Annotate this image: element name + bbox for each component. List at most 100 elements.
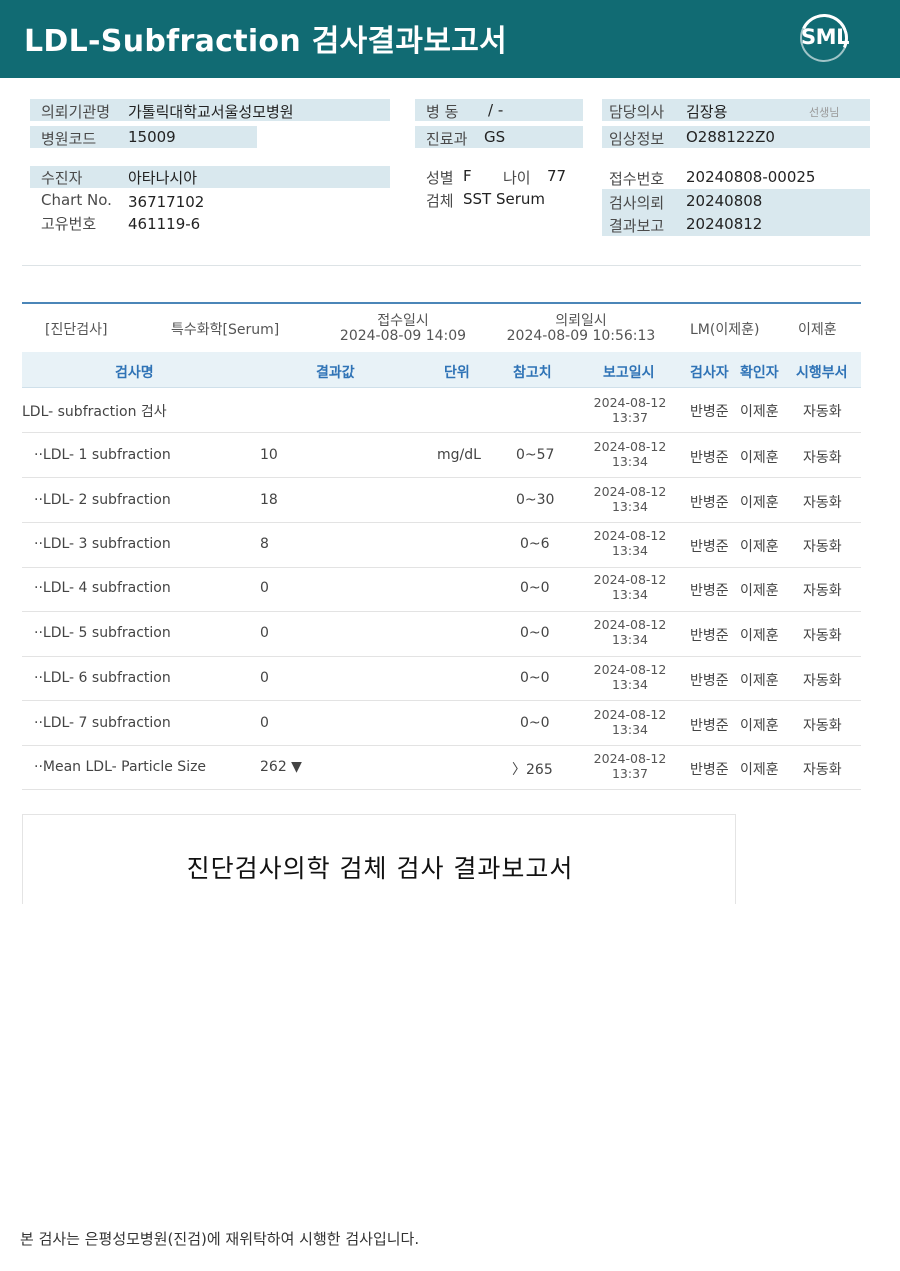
tester: 반병준 xyxy=(690,404,729,420)
confirmer: 이제훈 xyxy=(740,404,779,420)
department: 자동화 xyxy=(803,583,842,599)
receipt-no-value: 20240808-00025 xyxy=(686,168,816,186)
department: 자동화 xyxy=(803,718,842,734)
request-date-value: 20240808 xyxy=(686,192,763,210)
report-date-label: 결과보고 xyxy=(609,217,665,235)
test-name: ··Mean LDL- Particle Size xyxy=(34,759,207,775)
report-date: 2024-08-12 13:34 xyxy=(593,439,667,469)
tester: 반병준 xyxy=(690,450,729,466)
department: 자동화 xyxy=(803,404,842,420)
table-row: ··LDL- 1 subfraction 10 mg/dL 0~57 2024-… xyxy=(22,433,861,478)
report-header: LDL-Subfraction 검사결과보고서 SML xyxy=(0,0,900,78)
col-confirmer: 확인자 xyxy=(740,365,779,381)
requested-datetime-value: 2024-08-09 10:56:13 xyxy=(506,328,656,344)
reference-range: 〉265 xyxy=(512,762,553,778)
clinical-value: O288122Z0 xyxy=(686,128,775,146)
col-unit: 단위 xyxy=(444,365,470,381)
reference-range: 0~57 xyxy=(516,447,555,463)
ward-value: / - xyxy=(488,101,504,119)
table-row: ··Mean LDL- Particle Size 262 ▼ 〉265 202… xyxy=(22,745,861,790)
test-name: ··LDL- 6 subfraction xyxy=(34,670,171,686)
clinical-label: 임상정보 xyxy=(609,130,665,148)
chart-no-value: 36717102 xyxy=(128,193,205,211)
confirmer: 이제훈 xyxy=(740,583,779,599)
col-result: 결과값 xyxy=(316,365,355,381)
department-label: 진료과 xyxy=(426,130,468,148)
reference-range: 0~0 xyxy=(520,580,550,596)
patient-bar xyxy=(30,166,390,188)
test-name: ··LDL- 1 subfraction xyxy=(34,447,171,463)
preview-title: 진단검사의학 검체 검사 결과보고서 xyxy=(186,854,574,883)
category-label: [진단검사] xyxy=(45,322,108,338)
confirmer: 이제훈 xyxy=(740,450,779,466)
table-row: ··LDL- 2 subfraction 18 0~30 2024-08-12 1… xyxy=(22,478,861,523)
result-value: 8 xyxy=(260,536,269,552)
col-department: 시행부서 xyxy=(796,365,848,381)
test-name: ··LDL- 3 subfraction xyxy=(34,536,171,552)
hospital-code-value: 15009 xyxy=(128,128,176,146)
table-row: ··LDL- 6 subfraction 0 0~0 2024-08-12 13:… xyxy=(22,656,861,701)
tester: 반병준 xyxy=(690,495,729,511)
test-name: ··LDL- 2 subfraction xyxy=(34,492,171,508)
confirmer: 이제훈 xyxy=(740,718,779,734)
department-value: GS xyxy=(484,128,506,146)
tester: 반병준 xyxy=(690,762,729,778)
result-value: 0 xyxy=(260,670,269,686)
age-value: 77 xyxy=(547,167,567,185)
tester: 반병준 xyxy=(690,583,729,599)
col-test-name: 검사명 xyxy=(115,365,154,381)
test-name: ··LDL- 7 subfraction xyxy=(34,715,171,731)
confirmer: 이제훈 xyxy=(740,673,779,689)
department: 자동화 xyxy=(803,539,842,555)
report-date: 2024-08-12 13:37 xyxy=(593,395,667,425)
report-date: 2024-08-12 13:34 xyxy=(593,617,667,647)
patient-value: 아타나시아 xyxy=(128,169,198,187)
test-name: ··LDL- 4 subfraction xyxy=(34,580,171,596)
table-row: ··LDL- 5 subfraction 0 0~0 2024-08-12 13:… xyxy=(22,612,861,657)
report-date: 2024-08-12 13:34 xyxy=(593,484,667,514)
footer-note: 본 검사는 은평성모병원(진검)에 재위탁하여 시행한 검사입니다. xyxy=(20,1230,420,1248)
confirmer: 이제훈 xyxy=(740,628,779,644)
table-row: ··LDL- 7 subfraction 0 0~0 2024-08-12 13:… xyxy=(22,701,861,746)
result-value-low: 262 ▼ xyxy=(260,759,302,775)
reference-range: 0~0 xyxy=(520,715,550,731)
unique-no-label: 고유번호 xyxy=(41,215,97,233)
unit: mg/dL xyxy=(437,447,481,463)
logo-text: SML xyxy=(801,25,849,49)
age-label: 나이 xyxy=(503,169,531,187)
table-row: ··LDL- 4 subfraction 0 0~0 2024-08-12 13:… xyxy=(22,567,861,612)
reference-range: 0~0 xyxy=(520,670,550,686)
report-title: LDL-Subfraction 검사결과보고서 xyxy=(24,24,508,59)
reference-range: 0~30 xyxy=(516,492,555,508)
reference-range: 0~0 xyxy=(520,625,550,641)
tester: 반병준 xyxy=(690,539,729,555)
ward-label: 병 동 xyxy=(426,103,459,121)
receipt-no-label: 접수번호 xyxy=(609,170,665,188)
reference-range: 0~6 xyxy=(520,536,550,552)
institution-value: 가톨릭대학교서울성모병원 xyxy=(128,103,294,121)
report-preview: 진단검사의학 검체 검사 결과보고서 xyxy=(22,814,736,904)
table-row: LDL- subfraction 검사 2024-08-12 13:37 반병준 … xyxy=(22,388,861,433)
specimen-label: 검체 xyxy=(426,192,454,210)
report-date: 2024-08-12 13:34 xyxy=(593,528,667,558)
doctor-value: 김장용 xyxy=(686,103,728,121)
confirmer: 이제훈 xyxy=(740,539,779,555)
report-date: 2024-08-12 13:34 xyxy=(593,572,667,602)
hospital-code-label: 병원코드 xyxy=(41,130,97,148)
results-top-border xyxy=(22,302,861,304)
lm-label: LM(이제훈) xyxy=(690,322,760,338)
specimen-value: SST Serum xyxy=(463,190,546,208)
report-date: 2024-08-12 13:34 xyxy=(593,662,667,692)
received-datetime-value: 2024-08-09 14:09 xyxy=(339,328,467,344)
table-row: ··LDL- 3 subfraction 8 0~6 2024-08-12 13:… xyxy=(22,523,861,568)
lm-name: 이제훈 xyxy=(798,322,837,338)
requested-datetime-label: 의뢰일시 xyxy=(555,313,607,329)
report-date-value: 20240812 xyxy=(686,215,763,233)
patient-label: 수진자 xyxy=(41,169,83,187)
sex-value: F xyxy=(463,167,472,185)
confirmer: 이제훈 xyxy=(740,762,779,778)
tester: 반병준 xyxy=(690,628,729,644)
doctor-suffix: 선생님 xyxy=(809,106,840,119)
tester: 반병준 xyxy=(690,718,729,734)
col-report-date: 보고일시 xyxy=(603,365,655,381)
